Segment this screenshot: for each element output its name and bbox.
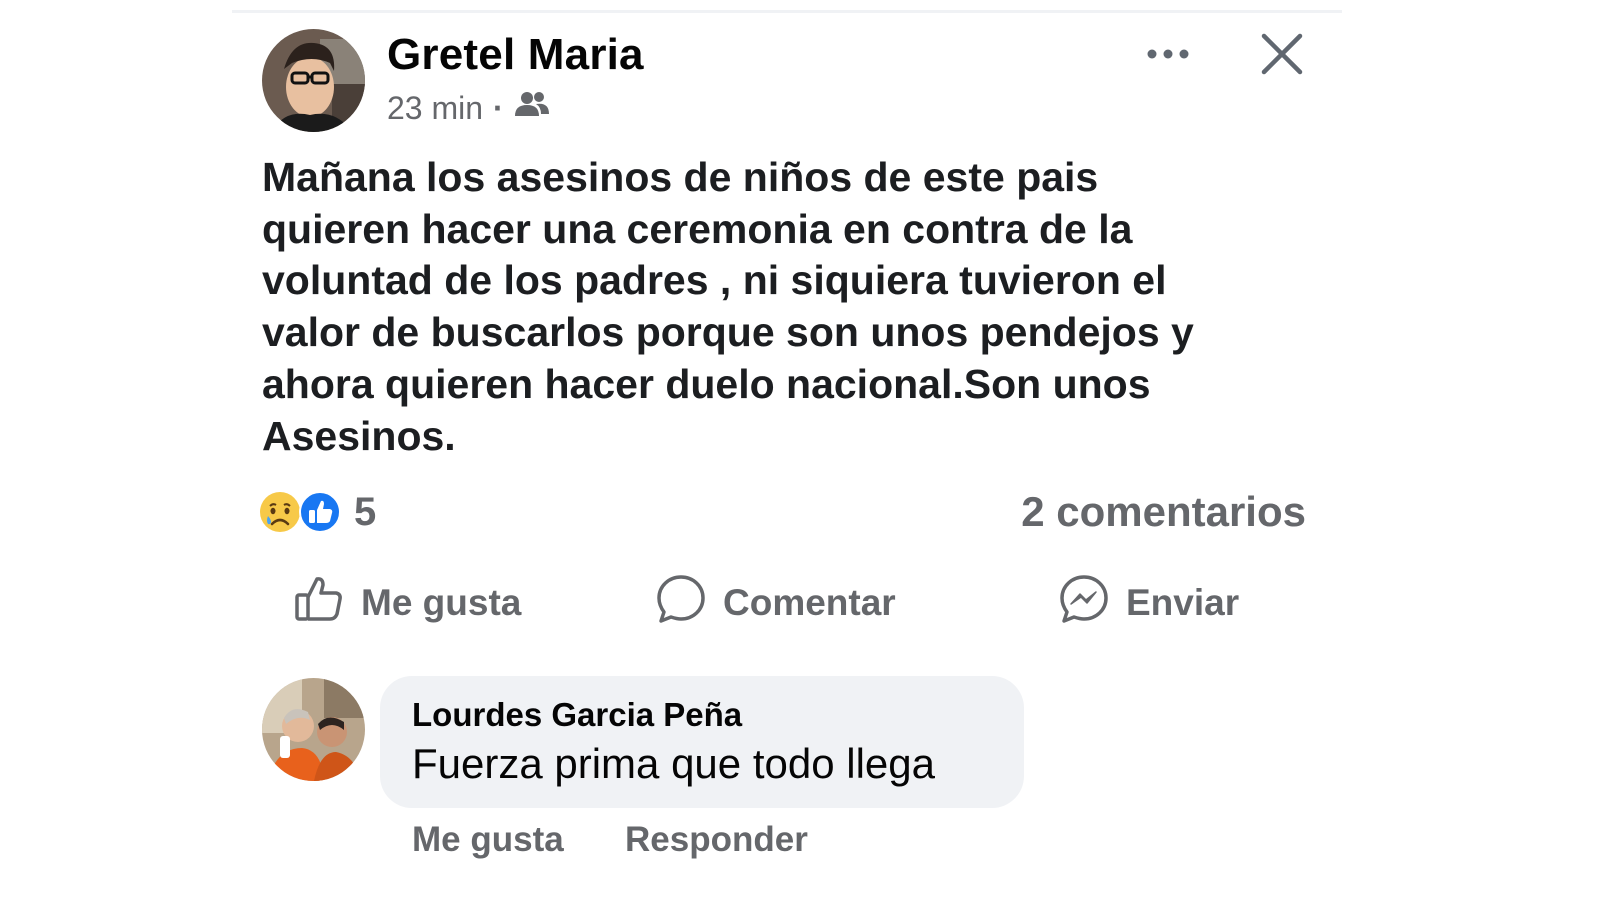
reactions-summary[interactable]: 5 [258,488,376,536]
post-meta: 23 min · [387,88,550,128]
more-options-icon[interactable] [1143,37,1193,71]
send-label: Enviar [1126,582,1240,623]
author-name[interactable]: Gretel Maria [387,30,644,80]
post-text: Mañana los asesinos de niños de este pai… [262,154,1194,459]
like-reaction-icon [298,490,342,534]
post-timestamp[interactable]: 23 min [387,90,483,127]
messenger-icon [1058,573,1110,634]
close-icon[interactable] [1258,30,1306,78]
meta-separator: · [493,89,504,126]
sad-reaction-icon [258,490,302,534]
commenter-avatar[interactable] [262,678,365,781]
send-button[interactable]: Enviar [1058,572,1239,634]
thumbs-up-icon [293,573,345,634]
comments-count-link[interactable]: 2 comentarios [1021,488,1306,536]
like-button[interactable]: Me gusta [293,572,521,634]
comment-button[interactable]: Comentar [655,572,896,634]
author-avatar[interactable] [262,29,365,132]
friends-icon[interactable] [514,89,550,127]
speech-bubble-icon [655,573,707,634]
like-label: Me gusta [361,582,522,623]
commenter-name[interactable]: Lourdes Garcia Peña [412,696,742,734]
comment-label: Comentar [723,582,896,623]
reaction-count: 5 [354,489,377,534]
comment-like-button[interactable]: Me gusta [412,820,564,860]
comment-reply-button[interactable]: Responder [625,820,808,860]
feed-divider [232,10,1342,13]
comment-text: Fuerza prima que todo llega [412,740,935,787]
